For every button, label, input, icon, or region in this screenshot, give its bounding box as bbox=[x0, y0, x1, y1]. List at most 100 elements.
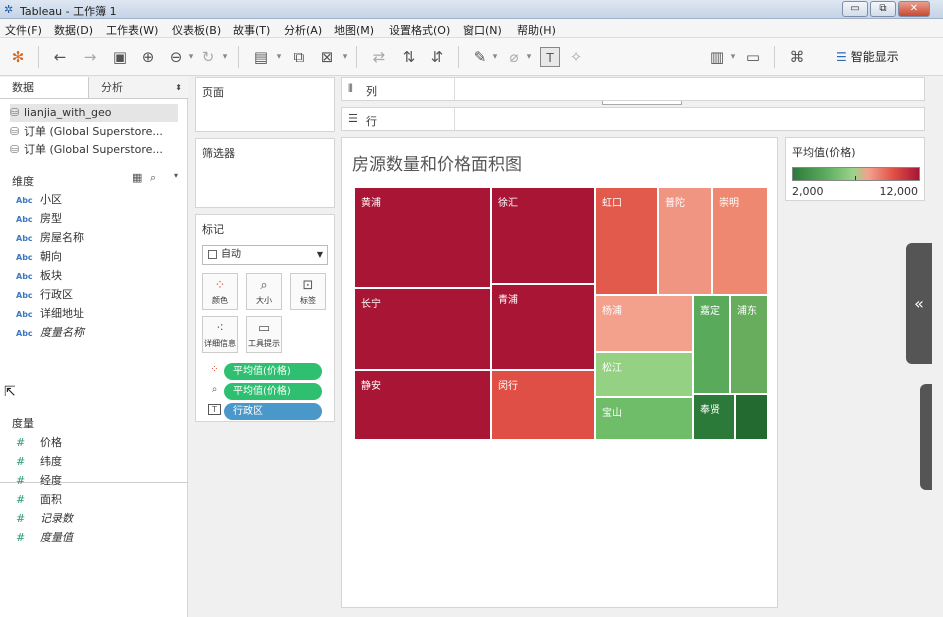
dimension-field[interactable]: Abc 度量名称 bbox=[16, 324, 84, 342]
columns-shelf[interactable]: ⦀ 列 bbox=[341, 77, 925, 101]
color-button[interactable]: ⁘ 颜色 bbox=[202, 273, 238, 310]
new-worksheet-icon[interactable]: ▤ bbox=[250, 47, 272, 67]
datasource-item[interactable]: ⛁ 订单 (Global Superstore... bbox=[10, 123, 178, 141]
menu-story[interactable]: 故事(T) bbox=[233, 22, 270, 38]
treemap-tile[interactable]: 长宁 bbox=[354, 288, 491, 370]
swap-rows-columns-icon[interactable]: ⇄ bbox=[368, 47, 390, 67]
treemap-tile[interactable]: 嘉定 bbox=[693, 295, 730, 394]
clear-sheet-icon[interactable]: ⊠ bbox=[316, 47, 338, 67]
group-members-icon[interactable]: ⌀ bbox=[504, 47, 524, 67]
side-panel-tab[interactable] bbox=[920, 384, 932, 490]
dimension-field[interactable]: Abc 行政区 bbox=[16, 286, 73, 304]
measure-field[interactable]: # 度量值 bbox=[16, 529, 73, 547]
dropdown-icon[interactable]: ▾ bbox=[220, 47, 230, 67]
dimension-field[interactable]: Abc 房屋名称 bbox=[16, 229, 84, 247]
treemap-tile[interactable]: 青浦 bbox=[491, 284, 595, 370]
show-me-button[interactable]: ☰ 智能显示 bbox=[836, 47, 899, 67]
pin-axes-icon[interactable]: ✧ bbox=[566, 47, 586, 67]
sort-ascending-icon[interactable]: ⇅ bbox=[398, 47, 420, 67]
redo-icon[interactable]: → bbox=[80, 47, 100, 67]
dimension-field[interactable]: Abc 朝向 bbox=[16, 248, 62, 266]
label-pill[interactable]: 行政区 bbox=[224, 403, 322, 420]
share-icon[interactable]: ⌘ bbox=[786, 47, 808, 67]
measure-field[interactable]: # 记录数 bbox=[16, 510, 73, 528]
treemap-tile[interactable]: 浦东 bbox=[730, 295, 768, 394]
datasource-item[interactable]: ⛁ 订单 (Global Superstore... bbox=[10, 141, 178, 159]
treemap-tile[interactable]: 徐汇 bbox=[491, 187, 595, 284]
treemap-tile[interactable]: 杨浦 bbox=[595, 295, 693, 352]
filters-card[interactable]: 筛选器 bbox=[195, 138, 335, 208]
treemap-tile[interactable]: 松江 bbox=[595, 352, 693, 397]
dropdown-icon[interactable]: ▾ bbox=[340, 47, 350, 67]
menu-analysis[interactable]: 分析(A) bbox=[284, 22, 322, 38]
mark-type-select[interactable]: 自动 ▼ bbox=[202, 245, 328, 265]
label-button[interactable]: ⊡ 标签 bbox=[290, 273, 326, 310]
treemap-tile[interactable]: 宝山 bbox=[595, 397, 693, 440]
menu-format[interactable]: 设置格式(O) bbox=[389, 22, 450, 38]
color-legend[interactable]: 平均值(价格) 2,000 12,000 bbox=[785, 137, 925, 201]
treemap-tile[interactable]: 奉贤 bbox=[693, 394, 735, 440]
dimension-field[interactable]: Abc 小区 bbox=[16, 191, 62, 209]
pane-menu-icon[interactable]: ⬍ bbox=[175, 77, 182, 99]
treemap-tile[interactable]: 普陀 bbox=[658, 187, 712, 295]
pages-card[interactable]: 页面 bbox=[195, 77, 335, 132]
menu-window[interactable]: 窗口(N) bbox=[463, 22, 502, 38]
menu-data[interactable]: 数据(D) bbox=[54, 22, 93, 38]
tab-data[interactable]: 数据 bbox=[0, 77, 88, 99]
dropdown-icon[interactable]: ▾ bbox=[174, 171, 178, 180]
new-datasource-icon[interactable]: ⊕ bbox=[138, 47, 158, 67]
detail-button[interactable]: ⁖ 详细信息 bbox=[202, 316, 238, 353]
dropdown-icon[interactable]: ▾ bbox=[490, 47, 500, 67]
minimize-button[interactable]: ▭ bbox=[842, 1, 868, 17]
treemap-tile[interactable]: 静安 bbox=[354, 370, 491, 440]
dimension-field[interactable]: Abc 详细地址 bbox=[16, 305, 84, 323]
refresh-icon[interactable]: ↻ bbox=[198, 47, 218, 67]
measure-field[interactable]: # 纬度 bbox=[16, 453, 62, 471]
dimension-field[interactable]: Abc 房型 bbox=[16, 210, 62, 228]
pause-update-icon[interactable]: ⊖ bbox=[166, 47, 186, 67]
measure-field[interactable]: # 面积 bbox=[16, 491, 62, 509]
menu-file[interactable]: 文件(F) bbox=[5, 22, 42, 38]
dropdown-icon[interactable]: ▾ bbox=[728, 47, 738, 67]
sheet-title[interactable]: 房源数量和价格面积图 bbox=[352, 150, 522, 175]
tooltip-button[interactable]: ▭ 工具提示 bbox=[246, 316, 282, 353]
datasource-label: lianjia_with_geo bbox=[24, 106, 112, 119]
treemap-tile[interactable]: 黄浦 bbox=[354, 187, 491, 288]
rows-shelf[interactable]: ☰ 行 bbox=[341, 107, 925, 131]
show-cards-icon[interactable]: ▥ bbox=[706, 47, 728, 67]
size-button[interactable]: ⌕ 大小 bbox=[246, 273, 282, 310]
highlight-icon[interactable]: ✎ bbox=[470, 47, 490, 67]
measure-field[interactable]: # 价格 bbox=[16, 434, 62, 452]
treemap-tile[interactable]: 虹口 bbox=[595, 187, 658, 295]
presentation-mode-icon[interactable]: ▭ bbox=[742, 47, 764, 67]
menu-dashboard[interactable]: 仪表板(B) bbox=[172, 22, 221, 38]
measure-field[interactable]: # 经度 bbox=[16, 472, 62, 490]
search-icon[interactable]: ⌕ bbox=[150, 171, 156, 185]
color-pill[interactable]: 平均值(价格) bbox=[224, 363, 322, 380]
size-pill[interactable]: 平均值(价格) bbox=[224, 383, 322, 400]
sort-descending-icon[interactable]: ⇵ bbox=[426, 47, 448, 67]
show-labels-icon[interactable]: T bbox=[540, 47, 560, 67]
menu-worksheet[interactable]: 工作表(W) bbox=[106, 22, 158, 38]
dimension-field[interactable]: Abc 板块 bbox=[16, 267, 62, 285]
columns-icon: ⦀ bbox=[348, 82, 353, 95]
dropdown-icon[interactable]: ▾ bbox=[524, 47, 534, 67]
view-toggle-icon[interactable]: ▦ bbox=[132, 171, 142, 184]
undo-icon[interactable]: ← bbox=[50, 47, 70, 67]
menu-map[interactable]: 地图(M) bbox=[334, 22, 374, 38]
duplicate-sheet-icon[interactable]: ⧉ bbox=[288, 47, 310, 67]
treemap-tile[interactable]: 闵行 bbox=[491, 370, 595, 440]
menu-help[interactable]: 帮助(H) bbox=[517, 22, 556, 38]
tableau-home-icon[interactable]: ✻ bbox=[8, 47, 28, 67]
treemap-tile[interactable]: 崇明 bbox=[712, 187, 768, 295]
close-button[interactable]: ✕ bbox=[898, 1, 930, 17]
dropdown-icon[interactable]: ▾ bbox=[186, 47, 196, 67]
tab-analysis[interactable]: 分析 ⬍ bbox=[88, 77, 188, 99]
save-icon[interactable]: ▣ bbox=[110, 47, 130, 67]
string-type-icon: Abc bbox=[16, 253, 33, 262]
treemap-tile[interactable] bbox=[735, 394, 768, 440]
datasource-item[interactable]: ⛁ lianjia_with_geo bbox=[10, 104, 178, 122]
dropdown-icon[interactable]: ▾ bbox=[274, 47, 284, 67]
maximize-button[interactable]: ⧉ bbox=[870, 1, 896, 17]
collapse-panel-icon[interactable]: « bbox=[906, 243, 932, 364]
